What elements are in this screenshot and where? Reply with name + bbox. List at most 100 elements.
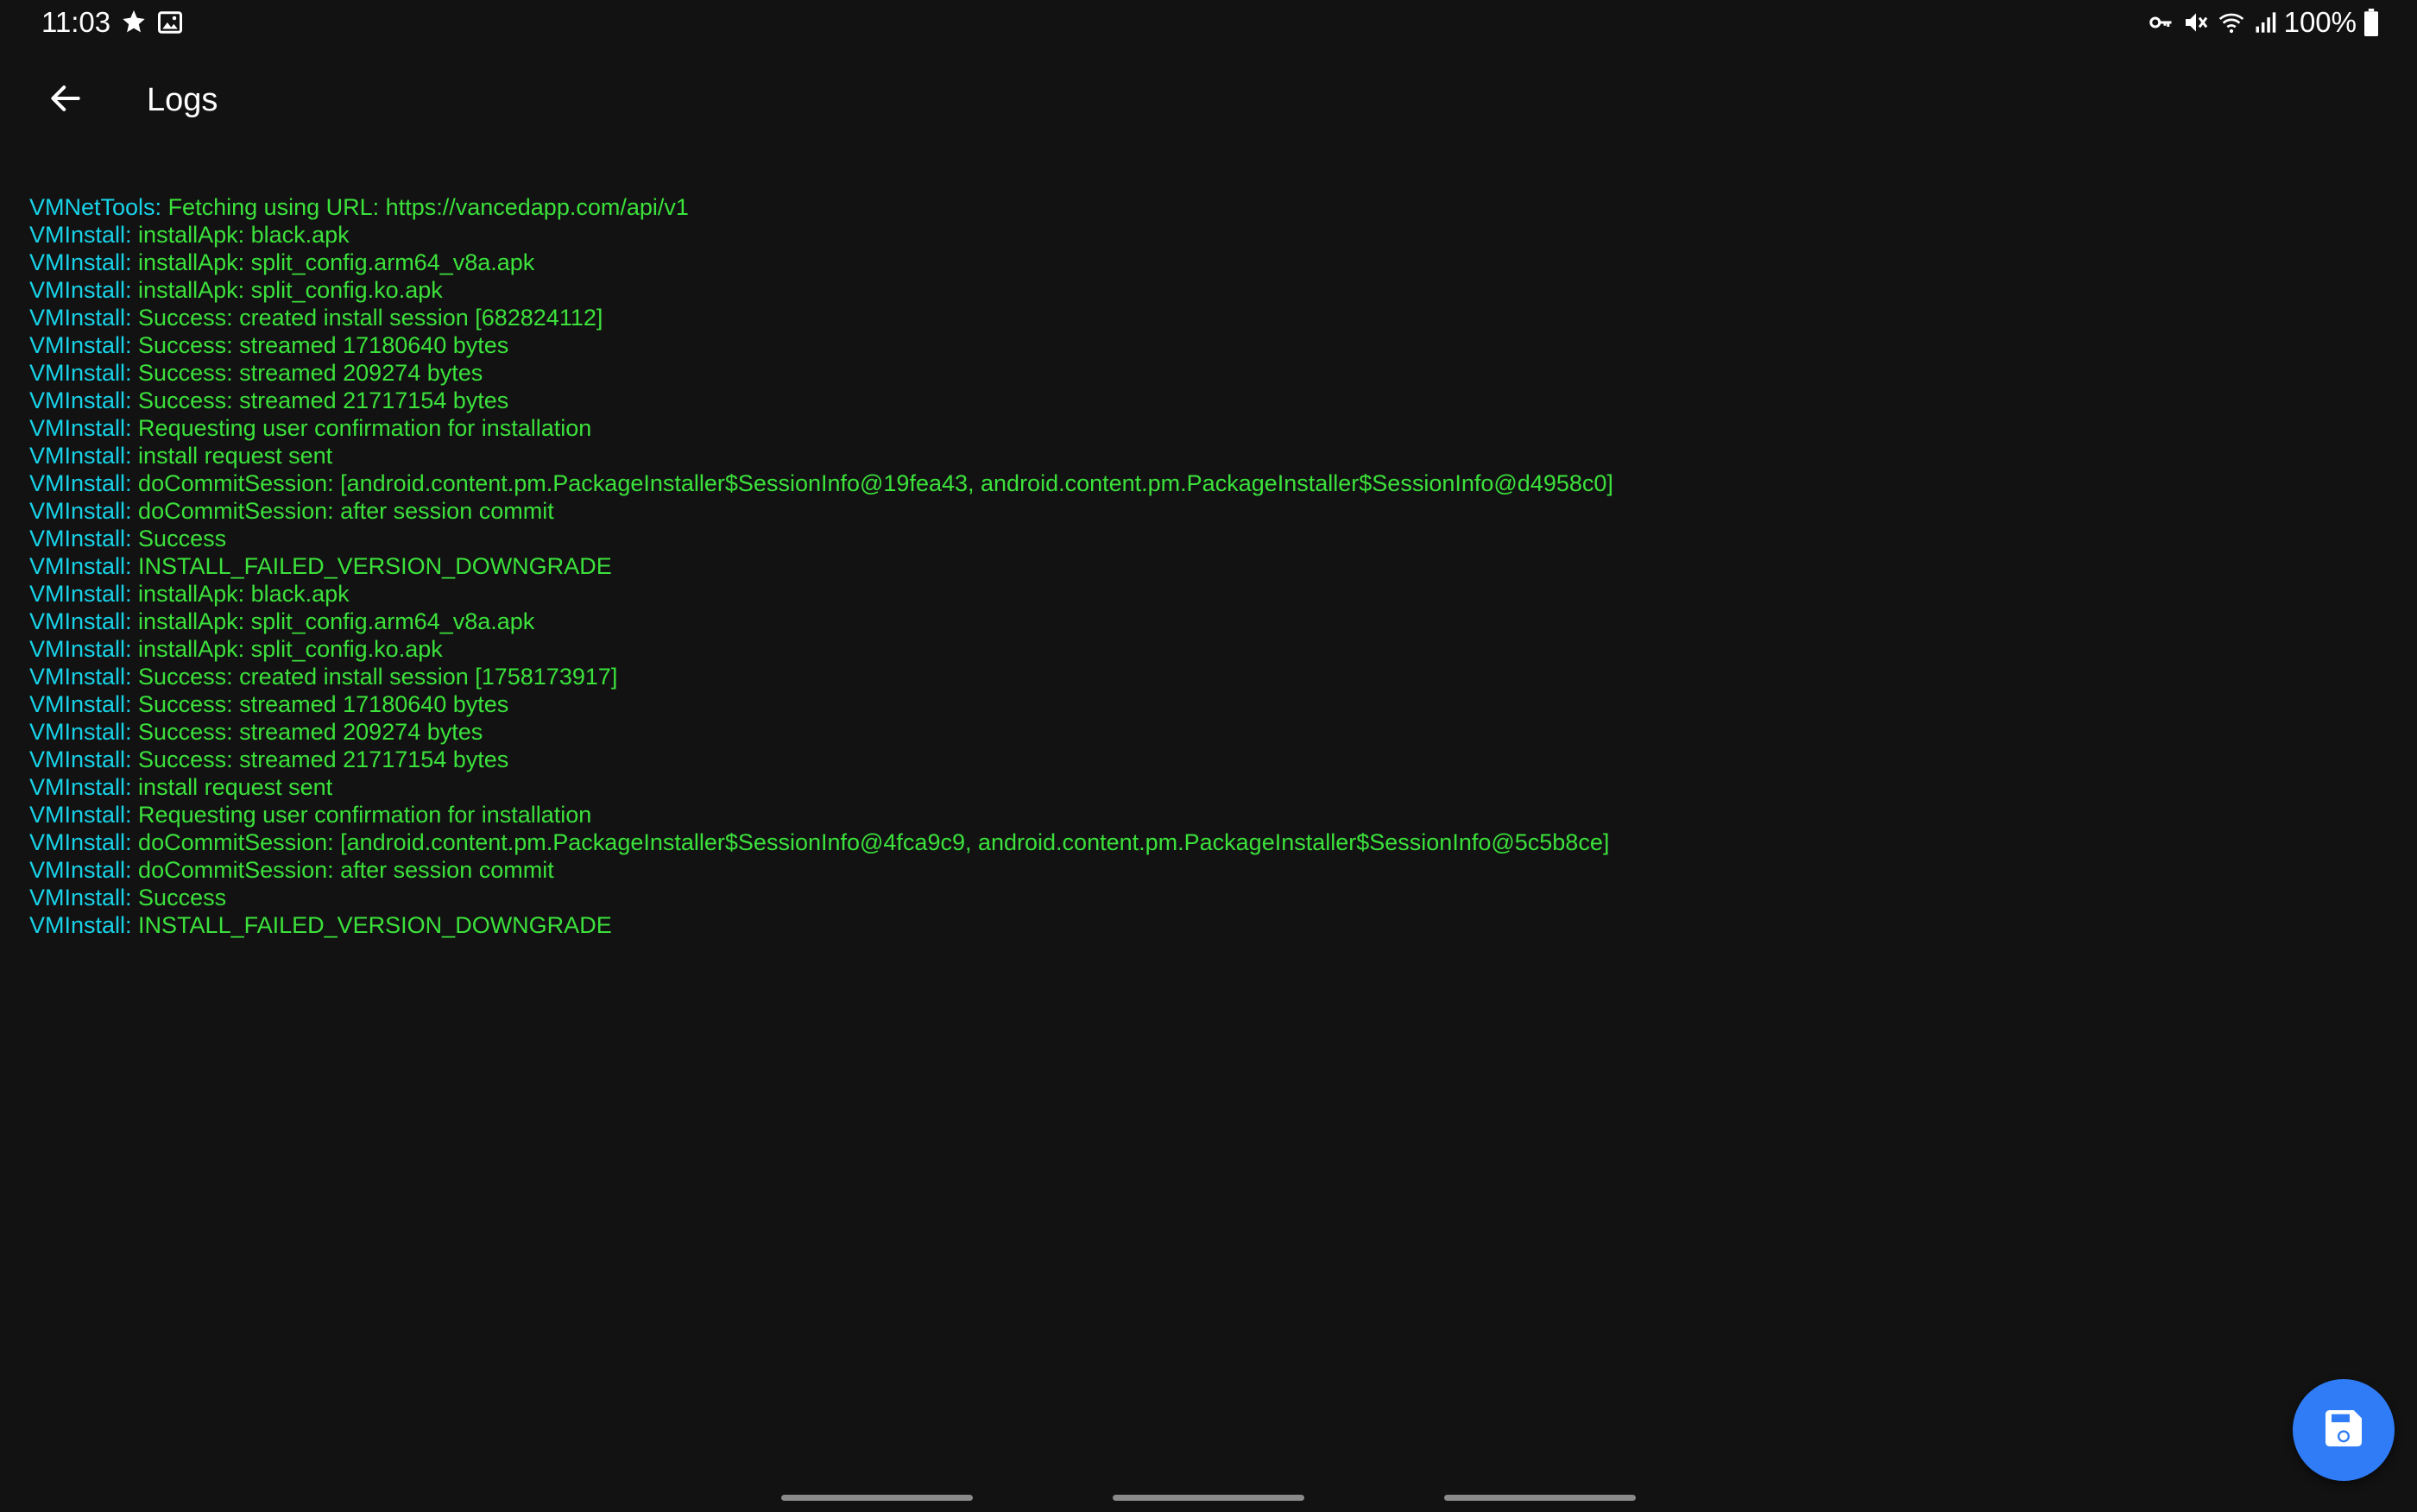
log-line: VMInstall: installApk: split_config.ko.a… — [29, 276, 2360, 304]
log-tag: VMInstall: — [29, 829, 132, 855]
log-line: VMInstall: doCommitSession: after sessio… — [29, 497, 2360, 525]
log-message: doCommitSession: after session commit — [131, 498, 554, 524]
log-line: VMInstall: INSTALL_FAILED_VERSION_DOWNGR… — [29, 911, 2360, 939]
log-line: VMInstall: doCommitSession: [android.con… — [29, 828, 2360, 856]
log-line: VMInstall: installApk: split_config.ko.a… — [29, 635, 2360, 663]
log-line: VMInstall: Success: created install sess… — [29, 663, 2360, 690]
log-line: VMInstall: Requesting user confirmation … — [29, 801, 2360, 828]
log-tag: VMInstall: — [29, 305, 132, 331]
log-tag: VMInstall: — [29, 526, 132, 551]
log-line: VMInstall: Success: streamed 21717154 by… — [29, 387, 2360, 414]
log-list[interactable]: VMNetTools: Fetching using URL: https://… — [29, 193, 2360, 939]
log-tag: VMInstall: — [29, 360, 132, 386]
nav-handle-right[interactable] — [1444, 1495, 1636, 1501]
log-message: Success — [131, 885, 227, 910]
log-tag: VMInstall: — [29, 774, 132, 800]
log-line: VMInstall: installApk: split_config.arm6… — [29, 249, 2360, 276]
logs-screen: 11:03 100% Logs VMNetTools: Fetching usi… — [0, 0, 2417, 1512]
battery-percent: 100% — [2283, 6, 2357, 38]
log-line: VMInstall: installApk: black.apk — [29, 221, 2360, 249]
arrow-left-icon — [47, 79, 85, 122]
vpn-key-icon — [2146, 9, 2175, 35]
app-bar: Logs — [0, 60, 2417, 147]
status-right: 100% — [2146, 5, 2379, 40]
status-left-icons — [119, 7, 183, 38]
log-message: installApk: black.apk — [131, 581, 350, 607]
log-tag: VMInstall: — [29, 857, 132, 883]
log-line: VMInstall: install request sent — [29, 773, 2360, 801]
log-message: installApk: black.apk — [131, 222, 350, 248]
log-message: Requesting user confirmation for install… — [131, 802, 592, 828]
save-logs-button[interactable] — [2293, 1379, 2395, 1481]
status-bar: 11:03 100% — [0, 0, 2417, 45]
log-message: install request sent — [131, 443, 333, 469]
back-button[interactable] — [35, 69, 97, 131]
mute-icon — [2182, 9, 2210, 36]
log-tag: VMInstall: — [29, 277, 132, 303]
log-tag: VMInstall: — [29, 691, 132, 717]
log-message: Success: streamed 21717154 bytes — [131, 747, 509, 772]
log-message: installApk: split_config.arm64_v8a.apk — [131, 249, 535, 275]
log-line: VMInstall: doCommitSession: [android.con… — [29, 469, 2360, 497]
signal-icon — [2253, 9, 2277, 35]
log-message: installApk: split_config.ko.apk — [131, 636, 443, 662]
battery-full-icon — [2363, 9, 2379, 36]
log-tag: VMInstall: — [29, 222, 132, 248]
log-line: VMInstall: doCommitSession: after sessio… — [29, 856, 2360, 884]
log-line: VMInstall: Success — [29, 884, 2360, 911]
log-line: VMNetTools: Fetching using URL: https://… — [29, 193, 2360, 221]
log-message: Success: streamed 209274 bytes — [131, 360, 483, 386]
log-line: VMInstall: Success: created install sess… — [29, 304, 2360, 331]
log-line: VMInstall: Success: streamed 209274 byte… — [29, 718, 2360, 746]
log-line: VMInstall: INSTALL_FAILED_VERSION_DOWNGR… — [29, 552, 2360, 580]
log-tag: VMInstall: — [29, 608, 132, 634]
log-line: VMInstall: Success: streamed 17180640 by… — [29, 331, 2360, 359]
log-tag: VMInstall: — [29, 332, 132, 358]
status-time: 11:03 — [41, 6, 111, 38]
log-tag: VMInstall: — [29, 747, 132, 772]
log-message: Success: streamed 17180640 bytes — [131, 691, 509, 717]
nav-handle-center[interactable] — [1113, 1495, 1304, 1501]
log-tag: VMInstall: — [29, 719, 132, 745]
log-tag: VMInstall: — [29, 443, 132, 469]
log-message: installApk: split_config.ko.apk — [131, 277, 443, 303]
log-tag: VMInstall: — [29, 636, 132, 662]
save-icon — [2319, 1404, 2368, 1457]
log-tag: VMInstall: — [29, 249, 132, 275]
log-line: VMInstall: installApk: black.apk — [29, 580, 2360, 608]
nav-handle-left[interactable] — [781, 1495, 973, 1501]
log-line: VMInstall: installApk: split_config.arm6… — [29, 608, 2360, 635]
log-message: Fetching using URL: https://vancedapp.co… — [161, 194, 689, 220]
log-line: VMInstall: Requesting user confirmation … — [29, 414, 2360, 442]
log-message: installApk: split_config.arm64_v8a.apk — [131, 608, 535, 634]
log-tag: VMInstall: — [29, 581, 132, 607]
log-tag: VMInstall: — [29, 387, 132, 413]
log-message: INSTALL_FAILED_VERSION_DOWNGRADE — [131, 912, 612, 938]
log-tag: VMInstall: — [29, 470, 132, 496]
log-tag: VMInstall: — [29, 664, 132, 690]
log-message: Success: streamed 209274 bytes — [131, 719, 483, 745]
log-tag: VMInstall: — [29, 415, 132, 441]
log-message: INSTALL_FAILED_VERSION_DOWNGRADE — [131, 553, 612, 579]
log-line: VMInstall: Success: streamed 21717154 by… — [29, 746, 2360, 773]
log-tag: VMInstall: — [29, 498, 132, 524]
image-icon — [157, 9, 183, 35]
log-tag: VMInstall: — [29, 802, 132, 828]
wifi-icon — [2217, 9, 2246, 36]
log-tag: VMInstall: — [29, 885, 132, 910]
log-tag: VMNetTools: — [29, 194, 162, 220]
log-message: Success: streamed 17180640 bytes — [131, 332, 509, 358]
log-tag: VMInstall: — [29, 553, 132, 579]
log-tag: VMInstall: — [29, 912, 132, 938]
log-message: doCommitSession: [android.content.pm.Pac… — [131, 470, 1613, 496]
log-line: VMInstall: Success — [29, 525, 2360, 552]
log-line: VMInstall: Success: streamed 17180640 by… — [29, 690, 2360, 718]
pinwheel-icon — [119, 8, 148, 37]
log-line: VMInstall: install request sent — [29, 442, 2360, 469]
log-message: Success: created install session [682824… — [131, 305, 603, 331]
page-title: Logs — [147, 82, 218, 118]
log-message: Success: created install session [175817… — [131, 664, 618, 690]
log-line: VMInstall: Success: streamed 209274 byte… — [29, 359, 2360, 387]
log-message: doCommitSession: after session commit — [131, 857, 554, 883]
log-message: doCommitSession: [android.content.pm.Pac… — [131, 829, 1610, 855]
